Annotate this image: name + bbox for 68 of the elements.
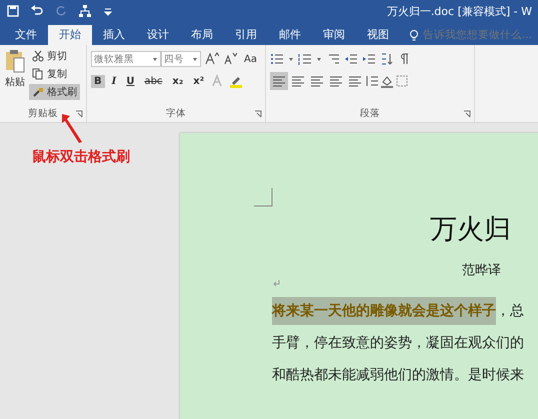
ribbon-tab[interactable]: 设计 [136, 25, 180, 45]
group-label: 字体 [166, 107, 186, 121]
dialog-launcher-icon[interactable] [463, 110, 471, 118]
dialog-launcher-icon[interactable] [75, 110, 83, 118]
group-label: 段落 [360, 107, 380, 121]
margin-corner-mark [254, 188, 273, 207]
group-label: 剪贴板 [28, 107, 58, 121]
numbering-icon[interactable] [298, 52, 312, 66]
body-text: ，总 [496, 302, 524, 321]
highlighted-text: 将来某一天他的雕像就会是这个样子 [272, 297, 496, 325]
strikethrough-button[interactable]: abc [141, 74, 166, 88]
superscript-button[interactable]: x² [190, 74, 208, 88]
body-text: 和酷热都未能减弱他们的激情。是时候来 [272, 366, 525, 385]
caret-icon[interactable] [316, 56, 322, 62]
increase-indent-icon[interactable] [362, 52, 376, 66]
caret-icon[interactable] [152, 56, 158, 62]
sort-icon[interactable] [380, 52, 394, 66]
shrink-font-icon[interactable] [223, 52, 237, 66]
lightbulb-icon [408, 29, 420, 41]
tell-me-field[interactable]: 告诉我您想要做什么... [400, 25, 533, 45]
annotation-arrow [60, 112, 84, 144]
annotation-text: 鼠标双击格式刷 [32, 148, 130, 166]
align-icon [329, 74, 343, 88]
window-title: 万火归一.doc [兼容模式] - W [386, 4, 532, 18]
document-title: 万火归 [430, 213, 511, 247]
align-icon [348, 74, 362, 88]
cut-button[interactable]: 剪切 [29, 48, 80, 64]
decrease-indent-icon[interactable] [344, 52, 358, 66]
bullets-icon[interactable] [270, 52, 284, 66]
ribbon-tab[interactable]: 邮件 [268, 25, 312, 45]
font-size-field[interactable]: 四号 [161, 51, 201, 67]
align-button[interactable] [270, 72, 288, 90]
save-icon[interactable] [6, 4, 20, 18]
dialog-launcher-icon[interactable] [254, 110, 262, 118]
ribbon-tab[interactable]: 文件 [4, 25, 48, 45]
ribbon-tab[interactable]: 引用 [224, 25, 268, 45]
ribbon-tab[interactable]: 插入 [92, 25, 136, 45]
caret-icon[interactable] [288, 56, 294, 62]
clipboard-icon [4, 48, 26, 74]
grow-font-icon[interactable] [205, 52, 219, 66]
copy-icon [32, 68, 44, 80]
align-icon [291, 74, 305, 88]
highlighter-icon[interactable] [229, 74, 244, 88]
subscript-button[interactable]: x₂ [169, 74, 186, 88]
align-icon [310, 74, 324, 88]
line-spacing-icon[interactable] [365, 74, 379, 88]
underline-button[interactable]: U [123, 74, 138, 88]
format-painter-button[interactable]: 格式刷 [29, 84, 80, 100]
document-author: 范晔译 [462, 262, 501, 279]
caret-icon[interactable] [192, 56, 198, 62]
multilevel-list-icon[interactable] [326, 52, 340, 66]
ribbon-tab[interactable]: 开始 [48, 25, 92, 45]
ribbon-tab[interactable]: 视图 [356, 25, 400, 45]
shading-icon[interactable] [380, 74, 394, 88]
change-case-button[interactable]: Aa [241, 52, 260, 66]
paste-button[interactable]: 粘贴 [4, 48, 26, 100]
bold-button[interactable]: B [91, 74, 105, 88]
italic-button[interactable]: I [108, 74, 120, 88]
brush-icon [32, 86, 44, 98]
hierarchy-icon[interactable] [78, 4, 92, 18]
body-text: 手臂，停在致意的姿势，凝固在观众们的 [272, 334, 525, 353]
align-icon [272, 74, 286, 88]
ribbon-tab[interactable]: 审阅 [312, 25, 356, 45]
ribbon-tab[interactable]: 布局 [180, 25, 224, 45]
font-name-field[interactable]: 微软雅黑 [91, 51, 161, 67]
copy-button[interactable]: 复制 [29, 66, 80, 82]
scissors-icon [32, 50, 44, 62]
paragraph-mark-icon [272, 279, 280, 287]
